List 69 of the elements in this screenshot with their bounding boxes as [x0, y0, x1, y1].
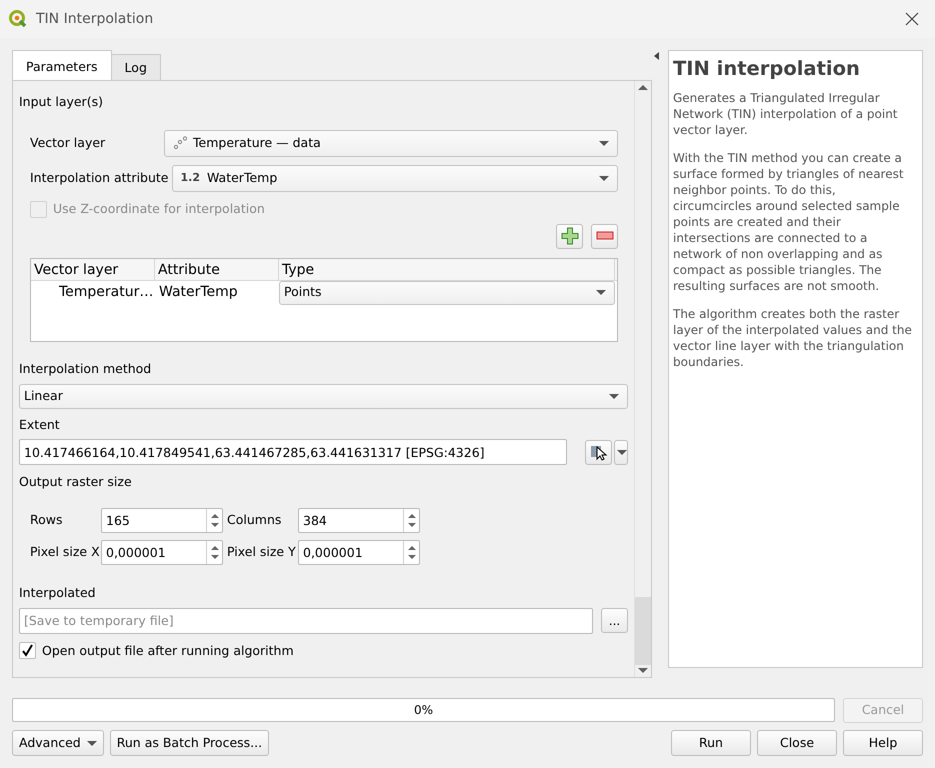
- spin-box[interactable]: 165: [101, 508, 223, 533]
- caret-icon: [599, 176, 609, 181]
- scrollbar-thumb[interactable]: [635, 597, 651, 665]
- spin-box[interactable]: 0,000001: [298, 540, 420, 565]
- scroll-up-icon[interactable]: [638, 85, 648, 90]
- checkbox-label: Use Z-coordinate for interpolation: [53, 200, 265, 218]
- plus-icon: [560, 227, 578, 246]
- help-paragraph: Generates a Triangulated Irregular Network (TIN) interpolation of a point vector layer.: [673, 90, 899, 138]
- browse-button[interactable]: ...: [601, 608, 628, 633]
- spin-arrows-icon[interactable]: [206, 508, 222, 532]
- dropdown[interactable]: Linear: [19, 384, 628, 410]
- dropdown[interactable]: 1.2 WaterTemp: [172, 164, 618, 192]
- caret-icon: [86, 740, 97, 746]
- column-header[interactable]: Type: [279, 258, 615, 280]
- caret-icon: [596, 290, 606, 295]
- section-heading: Input layer(s): [19, 93, 104, 111]
- tab[interactable]: Parameters: [12, 50, 112, 80]
- type-dropdown[interactable]: Points: [279, 280, 615, 304]
- run-button[interactable]: Run: [671, 730, 751, 756]
- window-title: TIN Interpolation: [36, 10, 154, 28]
- close-button[interactable]: Close: [757, 730, 837, 756]
- add-button[interactable]: [556, 224, 583, 248]
- advanced-button[interactable]: Advanced: [12, 730, 104, 756]
- help-button[interactable]: Help: [843, 730, 923, 756]
- field-label: Pixel size X: [30, 542, 101, 561]
- spin-box[interactable]: 0,000001: [101, 540, 223, 565]
- spin-arrows-icon[interactable]: [206, 540, 222, 564]
- batch-process-button[interactable]: Run as Batch Process...: [110, 730, 270, 756]
- field-label: Vector layer: [30, 134, 106, 152]
- progress-reading: 0%: [414, 702, 434, 719]
- extent-field[interactable]: 10.417466164,10.417849541,63.441467285,63.441631317 [EPSG:4326]: [19, 439, 567, 465]
- column-header[interactable]: Attribute: [155, 258, 279, 280]
- help-paragraph: With the TIN method you can create a surface formed by triangles of nearest neighbor points. To do this, circumcircles around selected sample points are created and their intersections are connected to a network of non overlapping and as compact as possible triangles. The resulting surfaces are not smooth.: [673, 150, 905, 294]
- map-canvas-extent-button[interactable]: [585, 440, 612, 464]
- caret-icon: [609, 394, 619, 400]
- field-label: Columns: [227, 510, 282, 529]
- field-label: Interpolation attribute: [30, 168, 168, 187]
- close-icon[interactable]: [905, 12, 919, 26]
- help-paragraph: The algorithm creates both the raster layer of the interpolated values and the vector line layer with the triangulation boundaries.: [673, 306, 913, 370]
- caret-icon: [617, 450, 627, 454]
- field-label: Interpolated: [19, 584, 97, 602]
- field-label: Interpolation method: [19, 360, 152, 378]
- field-label: Rows: [30, 510, 64, 529]
- checkbox-label: Open output file after running algorithm: [42, 642, 294, 660]
- spin-arrows-icon[interactable]: [403, 540, 419, 564]
- table-cell-text: Temperatur…: [58, 283, 154, 302]
- table-cell-text: WaterTemp: [158, 283, 239, 302]
- point-layer-icon: [173, 136, 187, 150]
- section-heading: Output raster size: [19, 473, 133, 491]
- help-title: TIN interpolation: [673, 57, 861, 80]
- caret-icon: [599, 140, 609, 146]
- type-label: 1.2: [180, 170, 200, 186]
- column-header[interactable]: Vector layer: [31, 258, 155, 280]
- dropdown[interactable]: Temperature — data: [164, 130, 618, 157]
- cursor-icon: [588, 443, 608, 462]
- checkbox[interactable]: [19, 642, 36, 660]
- tab[interactable]: Log: [110, 54, 161, 80]
- field-label: Pixel size Y: [227, 542, 297, 561]
- spin-arrows-icon[interactable]: [403, 508, 419, 532]
- extent-menu-button[interactable]: [614, 440, 628, 464]
- spin-box[interactable]: 384: [298, 508, 420, 533]
- scrollbar[interactable]: [634, 81, 651, 677]
- app-logo-icon: [8, 9, 28, 29]
- field-label: Extent: [19, 416, 61, 434]
- minus-icon: [596, 231, 614, 242]
- collapse-icon[interactable]: [654, 52, 659, 60]
- scroll-down-icon[interactable]: [638, 668, 648, 673]
- output-file-field[interactable]: [Save to temporary file]: [19, 608, 593, 634]
- remove-button[interactable]: [591, 224, 618, 248]
